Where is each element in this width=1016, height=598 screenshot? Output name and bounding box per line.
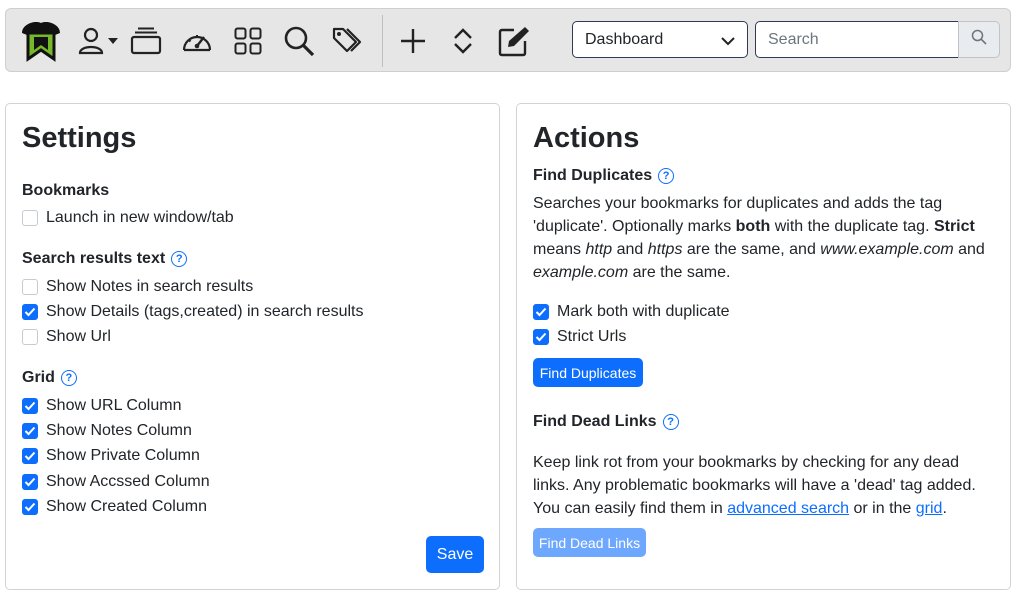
checkbox-label: Strict Urls (557, 328, 627, 345)
check-icon (24, 401, 36, 411)
show-url-column-option[interactable]: Show URL Column (22, 397, 181, 415)
bookmarks-heading: Bookmarks (22, 182, 110, 199)
check-icon (535, 307, 547, 317)
launch-new-window-option[interactable]: Launch in new window/tab (22, 209, 234, 227)
show-details-checkbox[interactable] (22, 304, 38, 320)
help-icon[interactable]: ? (662, 414, 679, 430)
show-accessed-column-option[interactable]: Show Accssed Column (22, 473, 210, 491)
user-icon[interactable] (76, 19, 106, 63)
search-input[interactable] (755, 21, 959, 58)
checkbox-label: Show Details (tags,created) in search re… (46, 303, 364, 320)
advanced-search-link[interactable]: advanced search (727, 500, 849, 517)
chevron-down-icon (721, 33, 735, 51)
mark-both-checkbox[interactable] (533, 304, 549, 320)
search-button[interactable] (958, 21, 1000, 58)
show-url-checkbox[interactable] (22, 329, 38, 345)
find-dead-links-description: Keep link rot from your bookmarks by che… (533, 454, 976, 517)
checkbox-label: Mark both with duplicate (557, 303, 730, 320)
find-duplicates-button[interactable]: Find Duplicates (533, 358, 643, 387)
mark-both-option[interactable]: Mark both with duplicate (533, 303, 730, 321)
view-select[interactable]: Dashboard (572, 21, 748, 58)
show-created-column-checkbox[interactable] (22, 499, 38, 515)
actions-card: Actions Find Duplicates ? Searches your … (516, 103, 1011, 590)
caret-down-icon[interactable] (107, 19, 119, 63)
tags-icon[interactable] (331, 19, 365, 63)
search-results-heading: Search results text ? (22, 250, 188, 268)
checkbox-label: Show Notes Column (46, 422, 192, 439)
help-icon[interactable]: ? (658, 168, 675, 184)
checkbox-label: Launch in new window/tab (46, 209, 234, 226)
view-select-value: Dashboard (585, 30, 664, 48)
show-notes-column-option[interactable]: Show Notes Column (22, 422, 192, 440)
strict-urls-checkbox[interactable] (533, 329, 549, 345)
search-icon (971, 29, 987, 50)
logo-icon[interactable] (18, 19, 64, 63)
help-icon[interactable]: ? (171, 251, 188, 267)
show-created-column-option[interactable]: Show Created Column (22, 498, 207, 516)
show-url-column-checkbox[interactable] (22, 398, 38, 414)
show-notes-checkbox[interactable] (22, 279, 38, 295)
help-icon[interactable]: ? (60, 370, 77, 386)
search-icon[interactable] (282, 19, 316, 63)
checkbox-label: Show Url (46, 328, 111, 345)
grid-icon[interactable] (233, 19, 263, 63)
launch-new-window-checkbox[interactable] (22, 210, 38, 226)
checkbox-label: Show URL Column (46, 397, 182, 414)
settings-title: Settings (22, 122, 137, 154)
find-duplicates-description: Searches your bookmarks for duplicates a… (533, 195, 985, 281)
find-duplicates-heading: Find Duplicates ? (533, 167, 675, 185)
checkbox-label: Show Accssed Column (46, 473, 210, 490)
check-icon (535, 332, 547, 342)
main-toolbar: Dashboard (5, 8, 1011, 72)
checkbox-label: Show Notes in search results (46, 278, 254, 295)
show-private-column-checkbox[interactable] (22, 448, 38, 464)
find-dead-links-heading: Find Dead Links ? (533, 413, 679, 431)
toolbar-divider (382, 15, 383, 67)
settings-card: Settings Bookmarks Launch in new window/… (5, 103, 500, 590)
show-private-column-option[interactable]: Show Private Column (22, 447, 200, 465)
show-notes-option[interactable]: Show Notes in search results (22, 278, 253, 296)
actions-title: Actions (533, 122, 640, 154)
save-button[interactable]: Save (426, 536, 484, 573)
show-accessed-column-checkbox[interactable] (22, 474, 38, 490)
checkbox-label: Show Private Column (46, 447, 200, 464)
find-dead-links-button[interactable]: Find Dead Links (533, 528, 646, 557)
show-notes-column-checkbox[interactable] (22, 423, 38, 439)
dashboard-gauge-icon[interactable] (181, 19, 213, 63)
add-icon[interactable] (398, 19, 428, 63)
check-icon (24, 502, 36, 512)
grid-heading: Grid ? (22, 369, 77, 387)
expand-collapse-icon[interactable] (449, 19, 477, 63)
collections-icon[interactable] (130, 19, 162, 63)
check-icon (24, 426, 36, 436)
grid-link[interactable]: grid (916, 500, 943, 517)
check-icon (24, 307, 36, 317)
show-details-option[interactable]: Show Details (tags,created) in search re… (22, 303, 363, 321)
check-icon (24, 477, 36, 487)
edit-icon[interactable] (497, 19, 531, 63)
check-icon (24, 451, 36, 461)
show-url-option[interactable]: Show Url (22, 328, 111, 346)
strict-urls-option[interactable]: Strict Urls (533, 328, 626, 346)
checkbox-label: Show Created Column (46, 498, 207, 515)
